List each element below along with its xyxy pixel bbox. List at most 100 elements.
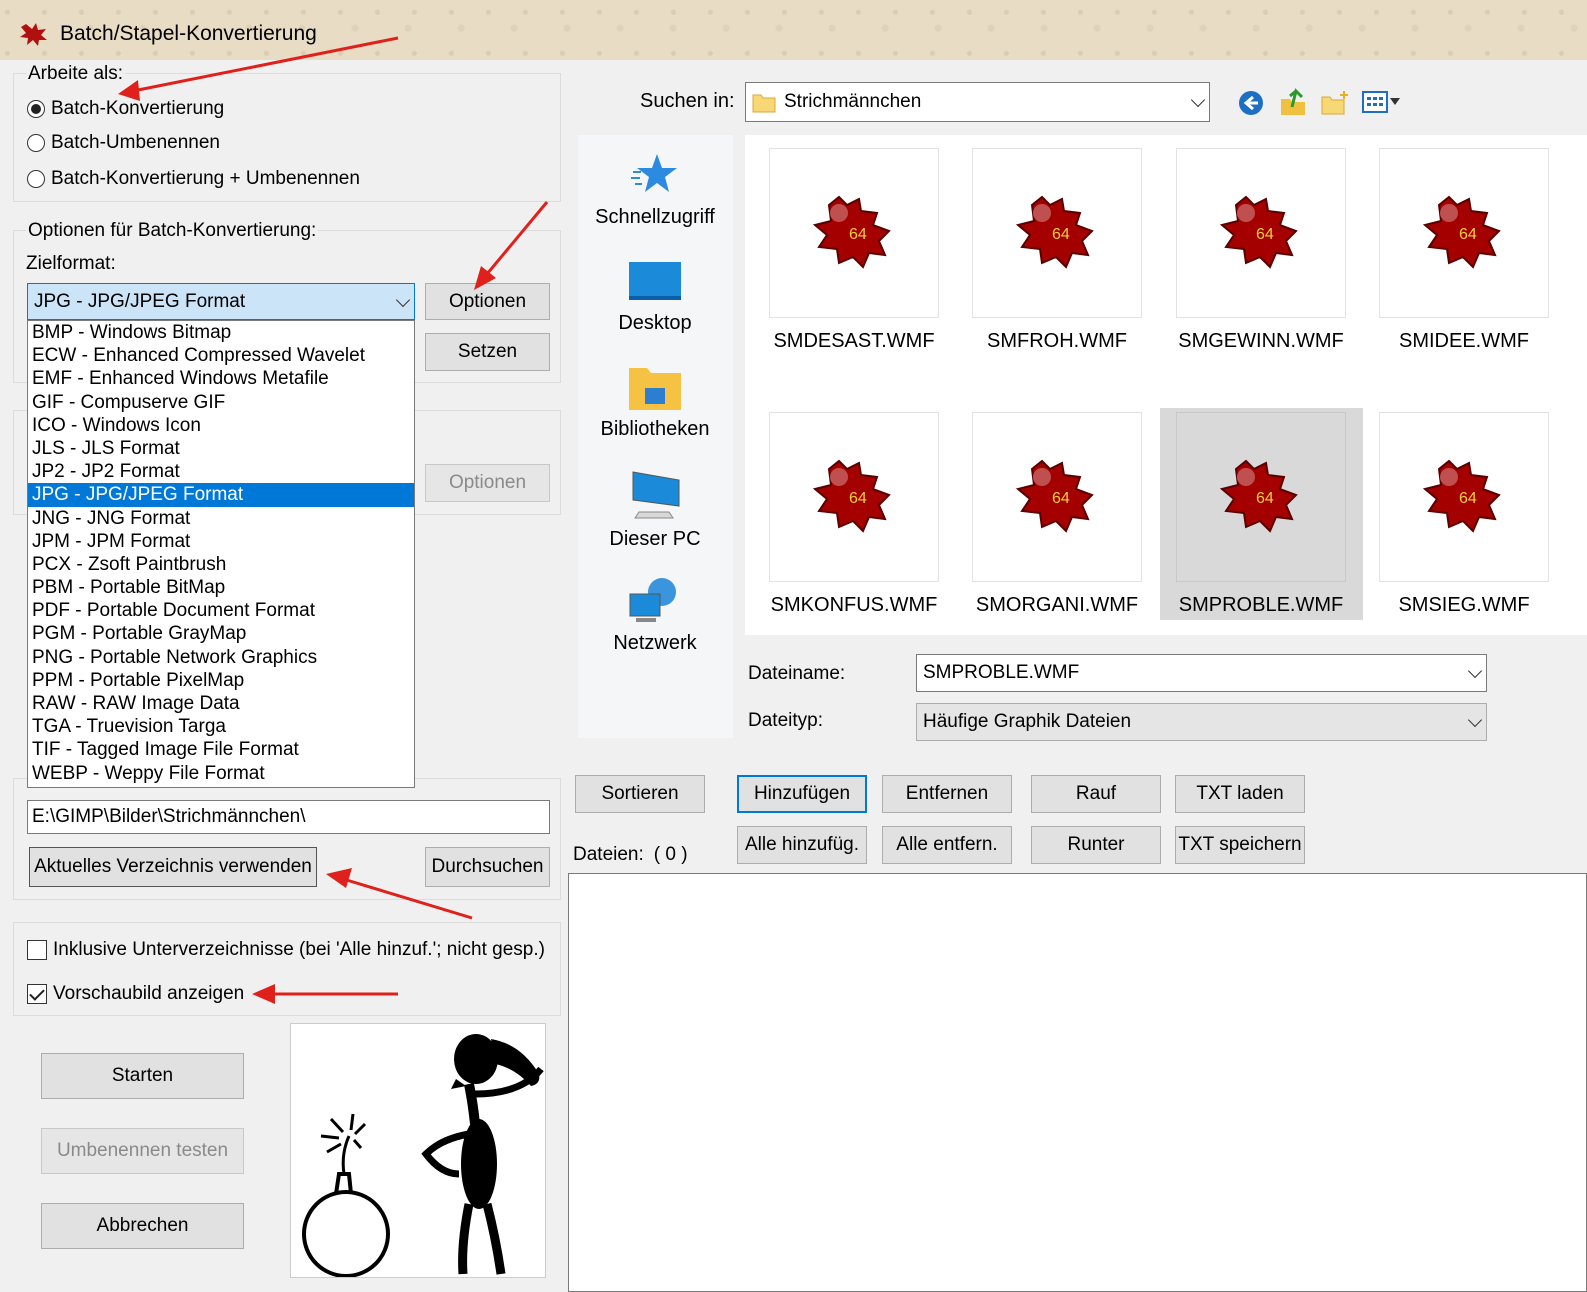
new-folder-button[interactable] xyxy=(1320,89,1350,123)
place-label: Desktop xyxy=(618,312,692,334)
set-button[interactable]: Setzen xyxy=(425,333,550,371)
radio-batch-rename[interactable]: Batch-Umbenennen xyxy=(27,132,220,154)
filetype-label: Dateityp: xyxy=(748,710,823,731)
sort-button[interactable]: Sortieren xyxy=(575,775,705,813)
load-txt-button[interactable]: TXT laden xyxy=(1175,775,1305,813)
puzzle-cat-icon: 64 xyxy=(1015,459,1094,533)
file-thumbnail[interactable]: 64 SMDESAST.WMF xyxy=(769,148,939,353)
format-option-highlighted[interactable]: JPG - JPG/JPEG Format xyxy=(28,483,414,507)
cancel-button[interactable]: Abbrechen xyxy=(41,1203,244,1249)
format-option[interactable]: JLS - JLS Format xyxy=(28,437,414,460)
thumbnail-badge: 64 xyxy=(1459,490,1477,507)
radio-selected-icon xyxy=(27,100,45,118)
browse-button[interactable]: Durchsuchen xyxy=(425,847,550,887)
format-option[interactable]: JP2 - JP2 Format xyxy=(28,460,414,483)
target-format-select[interactable]: JPG - JPG/JPEG Format xyxy=(27,283,415,320)
new-folder-icon xyxy=(1321,91,1348,115)
remove-all-button[interactable]: Alle entfern. xyxy=(882,826,1012,864)
file-thumbnail[interactable]: 64 SMKONFUS.WMF xyxy=(769,412,939,617)
format-option[interactable]: PCX - Zsoft Paintbrush xyxy=(28,553,414,576)
radio-batch-convert-rename[interactable]: Batch-Konvertierung + Umbenennen xyxy=(27,168,360,190)
format-option[interactable]: RAW - RAW Image Data xyxy=(28,692,414,715)
use-current-directory-button[interactable]: Aktuelles Verzeichnis verwenden xyxy=(29,847,317,887)
batch-conversion-window: Batch/Stapel-Konvertierung Arbeite als: … xyxy=(0,0,1587,1292)
conversion-options-button[interactable]: Optionen xyxy=(425,283,550,320)
start-button[interactable]: Starten xyxy=(41,1053,244,1099)
radio-label: Batch-Konvertierung xyxy=(51,98,225,119)
output-path-field[interactable]: E:\GIMP\Bilder\Strichmännchen\ xyxy=(27,800,550,834)
back-button[interactable] xyxy=(1237,89,1265,123)
add-button[interactable]: Hinzufügen xyxy=(737,775,867,813)
radio-unselected-icon xyxy=(27,170,45,188)
desktop-icon xyxy=(629,262,681,300)
format-option[interactable]: BMP - Windows Bitmap xyxy=(28,321,414,344)
move-up-button[interactable]: Rauf xyxy=(1031,775,1161,813)
puzzle-cat-icon: 64 xyxy=(812,195,891,269)
view-menu-button[interactable] xyxy=(1362,90,1400,114)
format-option[interactable]: PBM - Portable BitMap xyxy=(28,576,414,599)
file-name: SMPROBLE.WMF xyxy=(1178,594,1344,616)
checkbox-label: Vorschaubild anzeigen xyxy=(53,983,245,1004)
place-this-pc[interactable]: Dieser PC xyxy=(570,470,740,551)
stickman-bomb-illustration xyxy=(302,1034,544,1278)
test-rename-button[interactable]: Umbenennen testen xyxy=(41,1128,244,1174)
up-folder-button[interactable] xyxy=(1278,87,1308,123)
rename-options-button[interactable]: Optionen xyxy=(425,464,550,502)
radio-label: Batch-Umbenennen xyxy=(51,132,220,153)
format-option[interactable]: GIF - Compuserve GIF xyxy=(28,391,414,414)
file-thumbnail[interactable]: 64 SMSIEG.WMF xyxy=(1379,412,1549,617)
place-libraries[interactable]: Bibliotheken xyxy=(570,364,740,441)
file-thumbnail-selected[interactable]: 64 SMPROBLE.WMF xyxy=(1176,412,1346,617)
format-option[interactable]: PNG - Portable Network Graphics xyxy=(28,646,414,669)
remove-button[interactable]: Entfernen xyxy=(882,775,1012,813)
format-option[interactable]: ECW - Enhanced Compressed Wavelet xyxy=(28,344,414,367)
place-label: Schnellzugriff xyxy=(595,206,715,228)
file-count: Dateien: ( 0 ) xyxy=(573,844,688,866)
include-subdirs-checkbox[interactable]: Inklusive Unterverzeichnisse (bei 'Alle … xyxy=(27,939,545,961)
format-option[interactable]: ICO - Windows Icon xyxy=(28,414,414,437)
file-name: SMGEWINN.WMF xyxy=(1178,330,1344,352)
format-option[interactable]: PPM - Portable PixelMap xyxy=(28,669,414,692)
network-icon xyxy=(629,578,676,622)
thumbnail-badge: 64 xyxy=(1256,490,1274,507)
format-option[interactable]: JPM - JPM Format xyxy=(28,530,414,553)
place-desktop[interactable]: Desktop xyxy=(570,260,740,335)
place-network[interactable]: Netzwerk xyxy=(570,576,740,655)
target-format-dropdown[interactable]: BMP - Windows Bitmap ECW - Enhanced Comp… xyxy=(27,320,415,788)
format-option[interactable]: WEBP - Weppy File Format xyxy=(28,762,414,785)
file-name: SMDESAST.WMF xyxy=(773,330,935,352)
save-txt-button[interactable]: TXT speichern xyxy=(1175,826,1305,864)
thumbnail-frame: 64 xyxy=(769,412,939,582)
file-thumbnail[interactable]: 64 SMIDEE.WMF xyxy=(1379,148,1549,353)
file-thumbnail[interactable]: 64 SMFROH.WMF xyxy=(972,148,1142,353)
file-list-box[interactable] xyxy=(568,873,1587,1292)
filename-value: SMPROBLE.WMF xyxy=(923,662,1080,683)
format-option[interactable]: TIF - Tagged Image File Format xyxy=(28,738,414,761)
filetype-select[interactable]: Häufige Graphik Dateien xyxy=(916,703,1487,741)
radio-batch-convert[interactable]: Batch-Konvertierung xyxy=(27,98,224,120)
puzzle-cat-icon: 64 xyxy=(812,459,891,533)
file-thumbnail[interactable]: 64 SMORGANI.WMF xyxy=(972,412,1142,617)
format-option[interactable]: PGM - Portable GrayMap xyxy=(28,622,414,645)
format-option[interactable]: EMF - Enhanced Windows Metafile xyxy=(28,367,414,390)
window-title: Batch/Stapel-Konvertierung xyxy=(60,22,317,45)
thumbnail-frame: 64 xyxy=(972,412,1142,582)
file-name: SMORGANI.WMF xyxy=(975,594,1139,616)
thumbnail-badge: 64 xyxy=(849,490,867,507)
show-preview-checkbox[interactable]: Vorschaubild anzeigen xyxy=(27,983,244,1005)
place-quick-access[interactable]: Schnellzugriff xyxy=(570,150,740,229)
look-in-label: Suchen in: xyxy=(640,90,735,112)
add-all-button[interactable]: Alle hinzufüg. xyxy=(737,826,867,864)
checkbox-label: Inklusive Unterverzeichnisse (bei 'Alle … xyxy=(53,939,545,960)
thumbnail-badge: 64 xyxy=(1256,226,1274,243)
filename-field[interactable]: SMPROBLE.WMF xyxy=(916,654,1487,692)
format-option[interactable]: TGA - Truevision Targa xyxy=(28,715,414,738)
file-thumbnail[interactable]: 64 SMGEWINN.WMF xyxy=(1176,148,1346,353)
format-option[interactable]: JNG - JNG Format xyxy=(28,507,414,530)
computer-icon xyxy=(632,471,680,519)
move-down-button[interactable]: Runter xyxy=(1031,826,1161,864)
thumbnail-badge: 64 xyxy=(849,226,867,243)
puzzle-cat-icon: 64 xyxy=(1422,459,1501,533)
look-in-select[interactable]: Strichmännchen xyxy=(745,82,1210,122)
format-option[interactable]: PDF - Portable Document Format xyxy=(28,599,414,622)
